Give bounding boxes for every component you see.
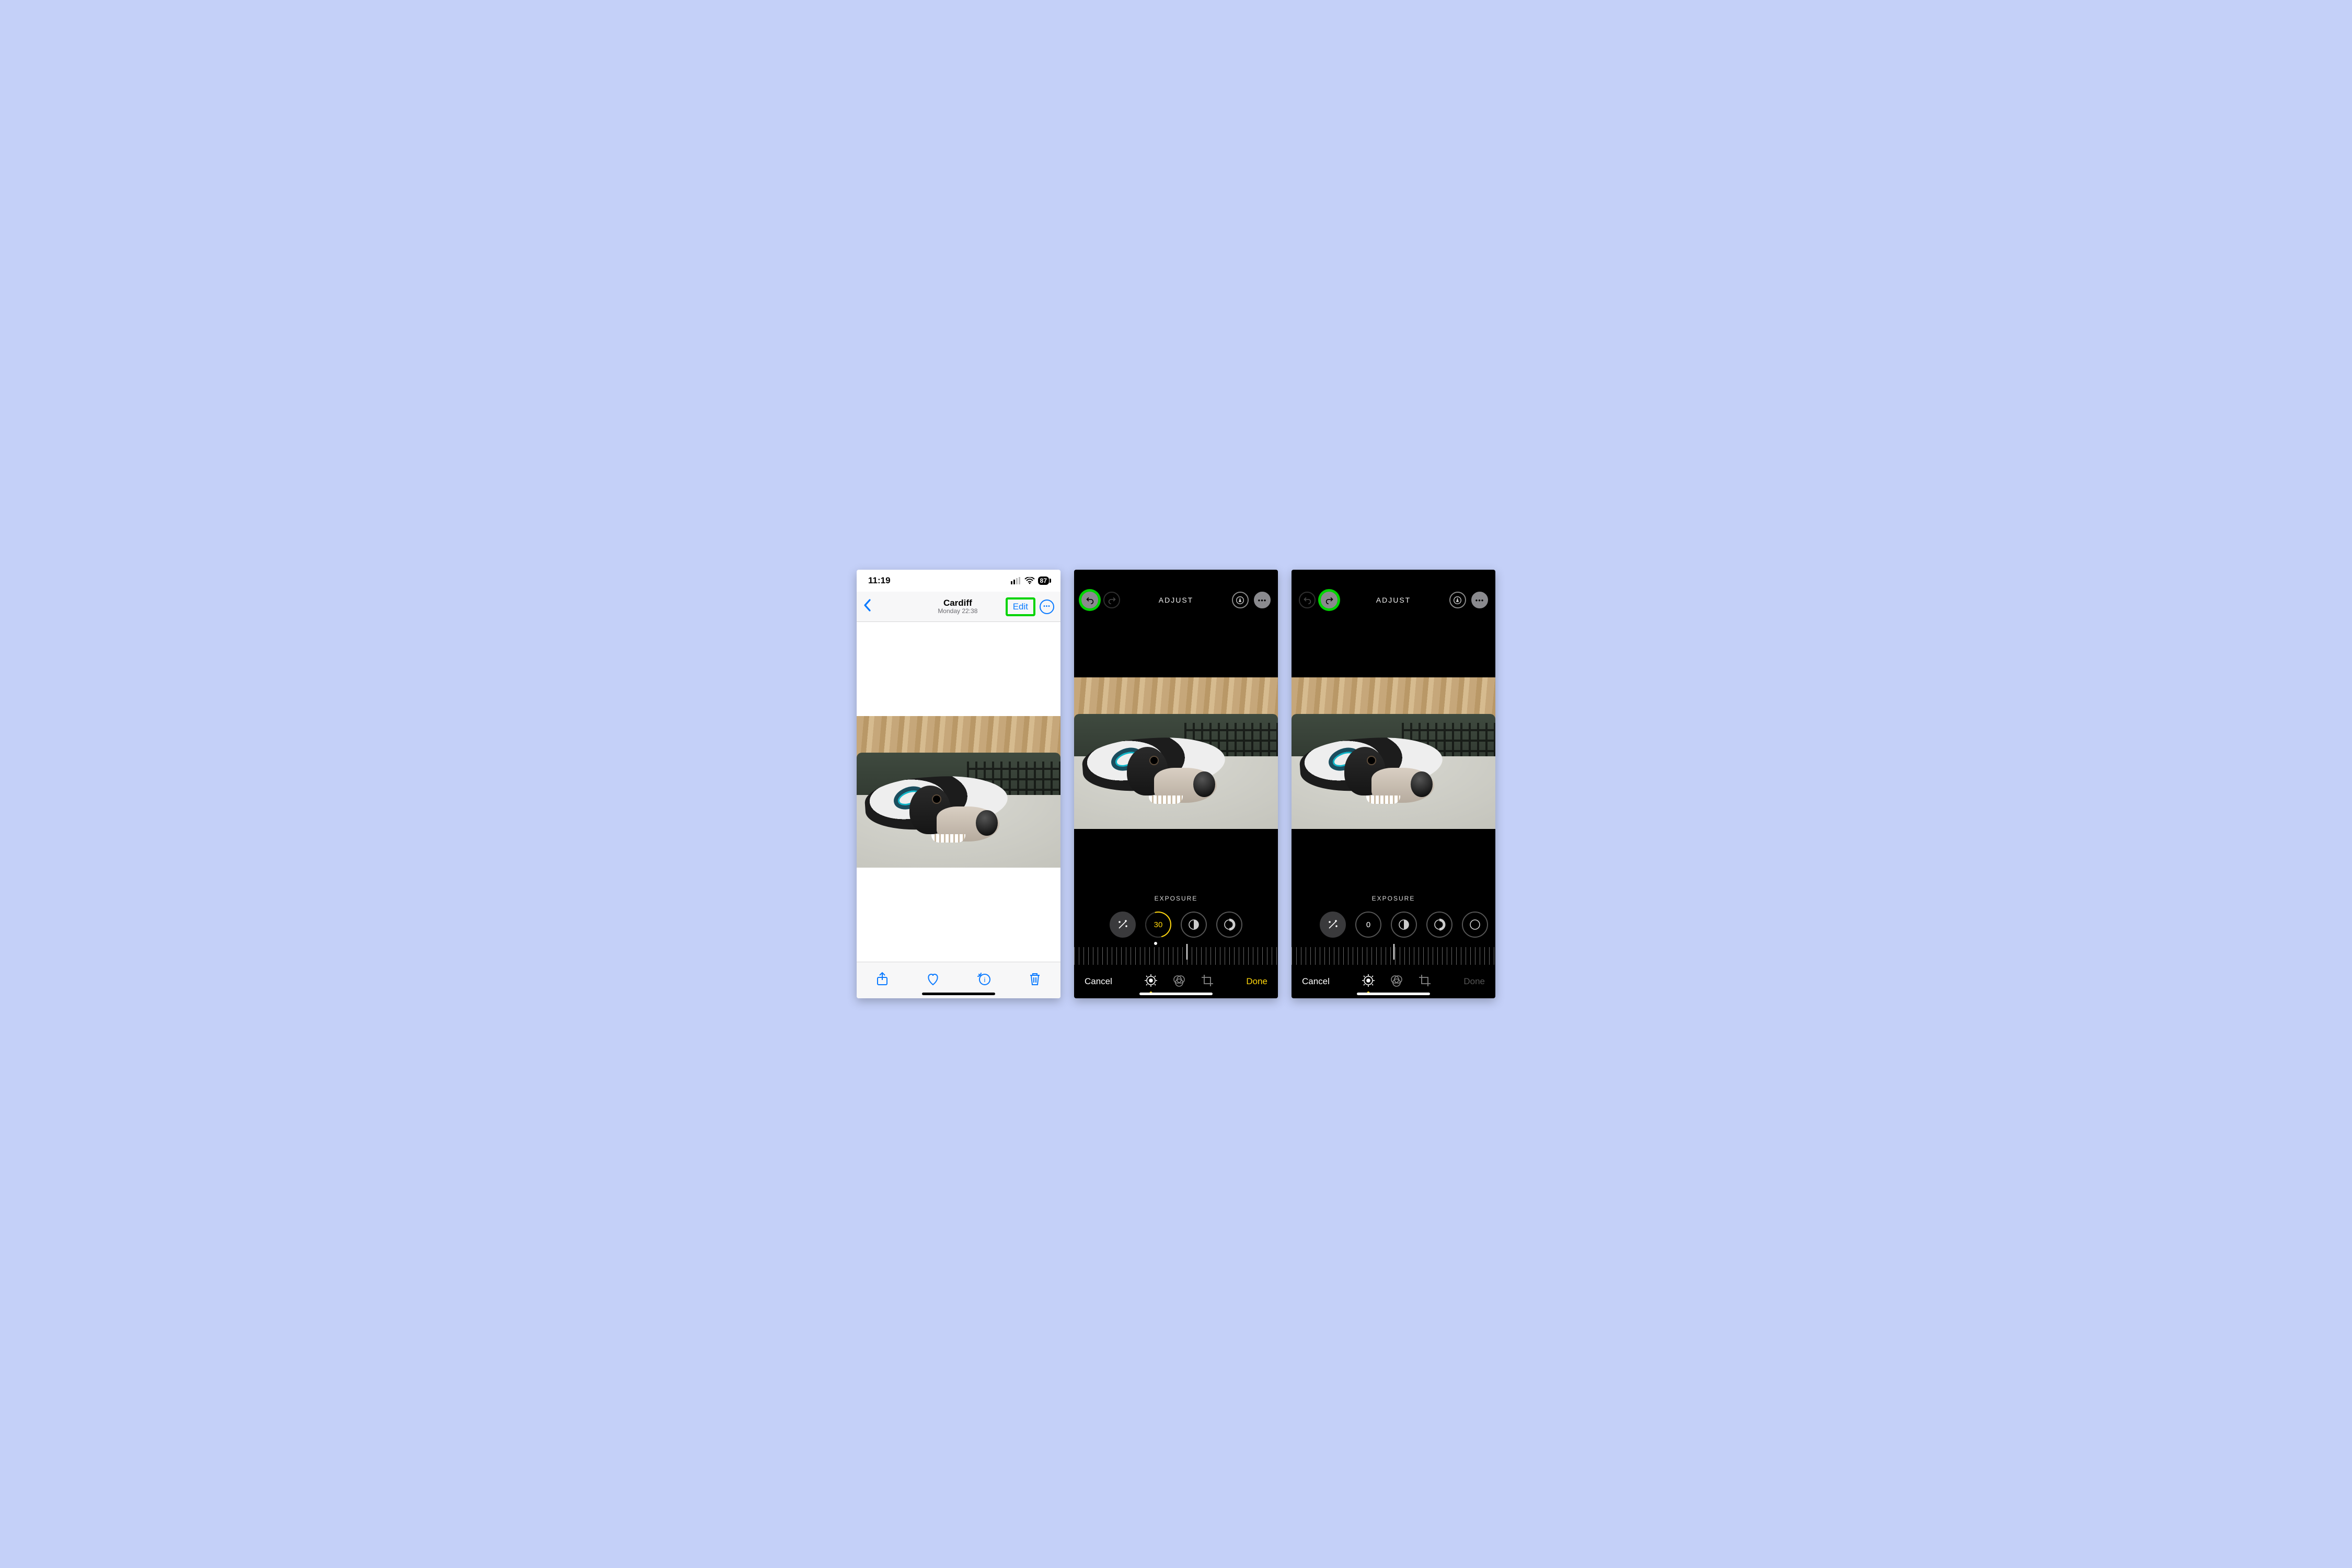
auto-enhance-dial[interactable] (1110, 912, 1136, 938)
edit-top-bar: ADJUST ••• (1074, 585, 1278, 615)
wifi-icon (1024, 577, 1035, 584)
exposure-dial[interactable]: 30 (1145, 912, 1171, 938)
redo-button[interactable] (1103, 592, 1120, 608)
share-button[interactable] (874, 971, 890, 989)
slider-origin-dot (1154, 942, 1157, 945)
photo-image (857, 716, 1060, 868)
photo-datetime: Monday 22:38 (938, 608, 977, 615)
undo-button[interactable] (1299, 592, 1316, 608)
cancel-button[interactable]: Cancel (1085, 976, 1112, 987)
info-button[interactable]: i (976, 971, 992, 989)
auto-enhance-dial[interactable] (1320, 912, 1346, 938)
edit-top-bar: ADJUST ••• (1292, 585, 1495, 615)
status-time: 11:19 (868, 575, 891, 586)
home-indicator[interactable] (1139, 993, 1213, 995)
more-actions-button[interactable]: ••• (1040, 599, 1054, 614)
crop-tab[interactable] (1418, 974, 1432, 990)
slider-cursor[interactable] (1393, 944, 1394, 960)
favorite-button[interactable] (925, 971, 941, 989)
photo-edit-screen-a: ADJUST ••• EXPOSURE 30 (1074, 570, 1278, 998)
highlights-dial[interactable] (1216, 912, 1242, 938)
shadows-dial[interactable] (1462, 912, 1488, 938)
redo-button[interactable] (1321, 592, 1338, 608)
adjust-dial-row[interactable]: 30 (1074, 912, 1278, 938)
more-options-button[interactable]: ••• (1471, 592, 1488, 608)
more-options-button[interactable]: ••• (1254, 592, 1271, 608)
edit-mode-title: ADJUST (1376, 596, 1411, 604)
svg-text:i: i (984, 976, 985, 984)
done-button[interactable]: Done (1246, 976, 1267, 987)
cancel-button[interactable]: Cancel (1302, 976, 1330, 987)
adjust-parameter-label: EXPOSURE (1292, 895, 1495, 902)
exposure-dial[interactable]: 0 (1355, 912, 1381, 938)
edit-button[interactable]: Edit (1006, 597, 1035, 616)
back-button[interactable] (863, 598, 872, 615)
brilliance-dial[interactable] (1181, 912, 1207, 938)
adjust-slider[interactable] (1074, 947, 1278, 965)
delete-button[interactable] (1027, 971, 1043, 989)
adjust-parameter-label: EXPOSURE (1074, 895, 1278, 902)
photo-edit-screen-b: ADJUST ••• EXPOSURE 0 (1292, 570, 1495, 998)
location-title: Cardiff (938, 598, 977, 608)
photo-image[interactable] (1074, 677, 1278, 829)
home-indicator[interactable] (1357, 993, 1430, 995)
adjust-slider[interactable] (1292, 947, 1495, 965)
undo-button[interactable] (1081, 592, 1098, 608)
adjust-dial-row[interactable]: 0 (1292, 912, 1495, 938)
home-indicator[interactable] (922, 993, 995, 995)
photo-canvas[interactable] (857, 622, 1060, 962)
nav-bar: Cardiff Monday 22:38 Edit ••• (857, 592, 1060, 622)
done-button: Done (1463, 976, 1485, 987)
adjust-tab[interactable] (1362, 974, 1375, 990)
filters-tab[interactable] (1390, 974, 1403, 990)
highlights-dial[interactable] (1426, 912, 1452, 938)
filters-tab[interactable] (1172, 974, 1186, 990)
crop-tab[interactable] (1201, 974, 1214, 990)
photos-viewer-screen: 11:19 87 Cardiff Monday 22:38 (857, 570, 1060, 998)
markup-button[interactable] (1449, 592, 1466, 608)
adjust-tab[interactable] (1144, 974, 1158, 990)
brilliance-dial[interactable] (1391, 912, 1417, 938)
battery-indicator: 87 (1038, 577, 1049, 585)
edit-mode-title: ADJUST (1159, 596, 1193, 604)
status-bar: 11:19 87 (857, 570, 1060, 592)
slider-cursor[interactable] (1186, 944, 1187, 960)
markup-button[interactable] (1232, 592, 1249, 608)
photo-image[interactable] (1292, 677, 1495, 829)
cellular-icon (1011, 577, 1021, 584)
